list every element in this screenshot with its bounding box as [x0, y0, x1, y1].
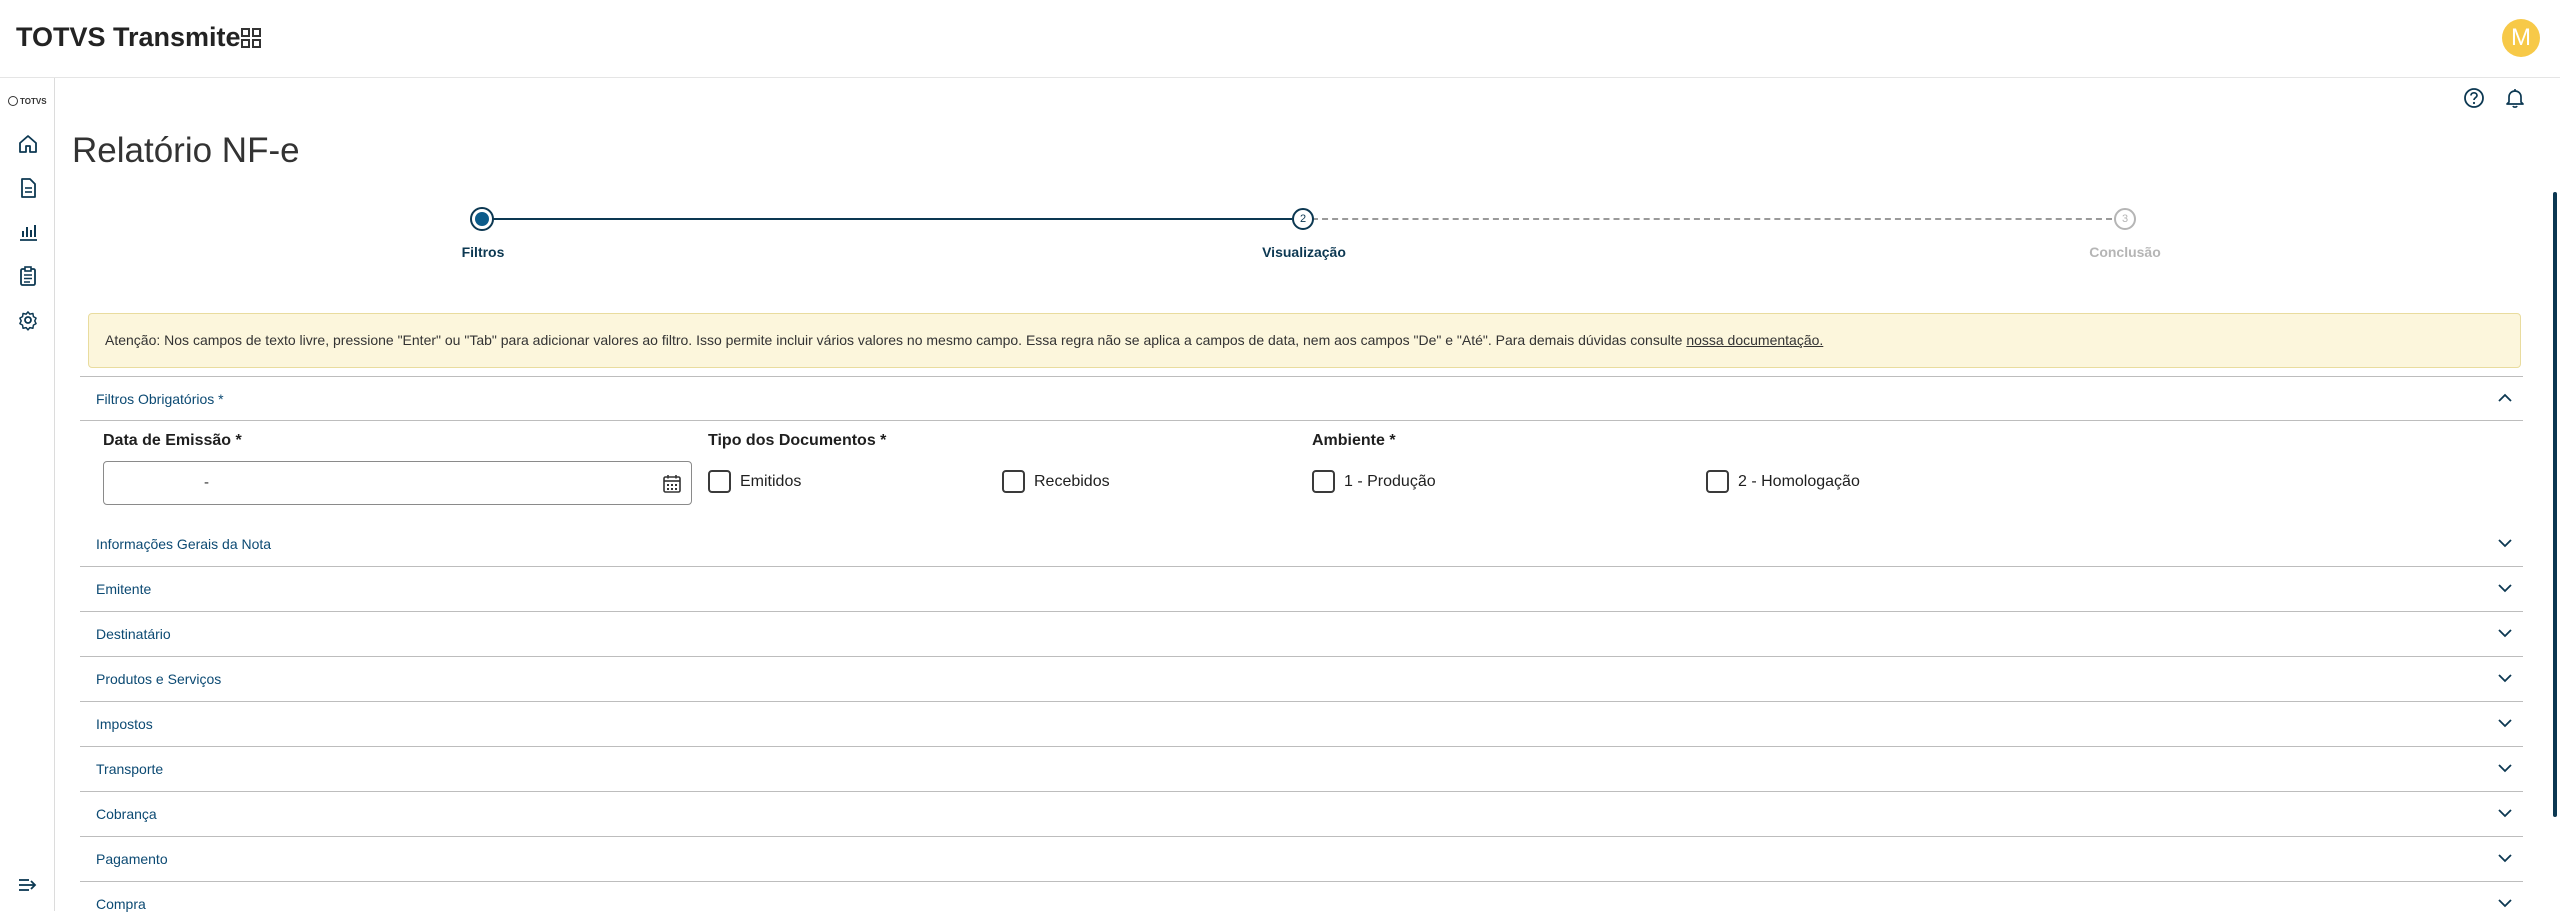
accordion-label: Pagamento — [96, 851, 168, 867]
accordion-impostos[interactable]: Impostos — [80, 702, 2523, 747]
chevron-up-icon[interactable] — [2495, 388, 2515, 408]
accordion-label: Produtos e Serviços — [96, 671, 222, 687]
documentation-link[interactable]: nossa documentação. — [1686, 332, 1823, 348]
chevron-down-icon[interactable] — [2495, 893, 2515, 913]
accordion-pagamento[interactable]: Pagamento — [80, 837, 2523, 882]
chevron-down-icon[interactable] — [2495, 533, 2515, 553]
accordion-transporte[interactable]: Transporte — [80, 747, 2523, 792]
top-bar: TOTVS Transmite M — [0, 0, 2560, 78]
checkbox-box[interactable] — [1312, 470, 1335, 493]
sidebar: TOTVS — [0, 78, 55, 911]
app-title: TOTVS Transmite — [16, 22, 241, 52]
accordion-label: Impostos — [96, 716, 153, 732]
accordion-label: Filtros Obrigatórios * — [96, 391, 224, 407]
checkbox-producao[interactable]: 1 - Produção — [1312, 470, 1436, 493]
page-title: Relatório NF-e — [72, 131, 300, 170]
calendar-icon[interactable] — [661, 473, 683, 495]
chevron-down-icon[interactable] — [2495, 848, 2515, 868]
clipboard-icon[interactable] — [17, 265, 39, 287]
stepper-line-pending — [1312, 218, 2112, 220]
accordion-emitente[interactable]: Emitente — [80, 567, 2523, 612]
totvs-logo: TOTVS — [8, 96, 47, 106]
document-type-label: Tipo dos Documentos * — [708, 432, 887, 449]
chevron-down-icon[interactable] — [2495, 758, 2515, 778]
logo-circle-icon — [8, 96, 18, 106]
checkbox-box[interactable] — [708, 470, 731, 493]
user-avatar[interactable]: M — [2502, 19, 2540, 57]
collapse-menu-icon[interactable] — [17, 874, 39, 896]
accordion-label: Compra — [96, 896, 146, 912]
checkbox-recebidos[interactable]: Recebidos — [1002, 470, 1110, 493]
stepper-line-completed — [492, 218, 1292, 220]
checkbox-label: 1 - Produção — [1344, 472, 1436, 490]
accordion-produtos-servicos[interactable]: Produtos e Serviços — [80, 657, 2523, 702]
step-3-indicator[interactable]: 3 — [2114, 208, 2136, 230]
checkbox-box[interactable] — [1706, 470, 1729, 493]
step-1-indicator[interactable] — [470, 207, 494, 231]
accordion-label: Cobrança — [96, 806, 157, 822]
chevron-down-icon[interactable] — [2495, 623, 2515, 643]
notification-bell-icon[interactable] — [2504, 87, 2526, 109]
date-range-separator: - — [204, 474, 209, 491]
emission-date-input[interactable]: - — [103, 461, 692, 505]
step-2-label: Visualização — [1262, 244, 1346, 260]
alert-text: Atenção: Nos campos de texto livre, pres… — [105, 332, 1687, 348]
checkbox-label: Recebidos — [1034, 472, 1110, 490]
chevron-down-icon[interactable] — [2495, 803, 2515, 823]
step-2-indicator[interactable]: 2 — [1292, 208, 1314, 230]
accordion-label: Emitente — [96, 581, 152, 597]
accordion-informacoes-gerais[interactable]: Informações Gerais da Nota — [80, 522, 2523, 567]
checkbox-homologacao[interactable]: 2 - Homologação — [1706, 470, 1860, 493]
help-icon[interactable] — [2463, 87, 2485, 109]
chevron-down-icon[interactable] — [2495, 578, 2515, 598]
environment-label: Ambiente * — [1312, 432, 1396, 449]
step-3-label: Conclusão — [2089, 244, 2161, 260]
accordion-destinatario[interactable]: Destinatário — [80, 612, 2523, 657]
settings-gear-icon[interactable] — [17, 309, 39, 331]
logo-text: TOTVS — [20, 96, 47, 106]
accordion-label: Destinatário — [96, 626, 171, 642]
checkbox-label: 2 - Homologação — [1738, 472, 1860, 490]
bar-chart-icon[interactable] — [17, 221, 39, 243]
apps-grid-icon[interactable] — [240, 27, 262, 49]
accordion-filtros-obrigatorios[interactable]: Filtros Obrigatórios * — [80, 376, 2523, 421]
accordion-label: Informações Gerais da Nota — [96, 536, 272, 552]
checkbox-label: Emitidos — [740, 472, 802, 490]
checkbox-box[interactable] — [1002, 470, 1025, 493]
document-icon[interactable] — [17, 177, 39, 199]
chevron-down-icon[interactable] — [2495, 668, 2515, 688]
scrollbar-thumb[interactable] — [2553, 192, 2557, 817]
accordion-compra[interactable]: Compra — [80, 882, 2523, 913]
chevron-down-icon[interactable] — [2495, 713, 2515, 733]
checkbox-emitidos[interactable]: Emitidos — [708, 470, 801, 493]
accordion-label: Transporte — [96, 761, 164, 777]
step-1-label: Filtros — [461, 244, 505, 260]
accordion-cobranca[interactable]: Cobrança — [80, 792, 2523, 837]
date-label: Data de Emissão * — [103, 432, 242, 449]
home-icon[interactable] — [17, 133, 39, 155]
attention-alert: Atenção: Nos campos de texto livre, pres… — [88, 313, 2521, 368]
